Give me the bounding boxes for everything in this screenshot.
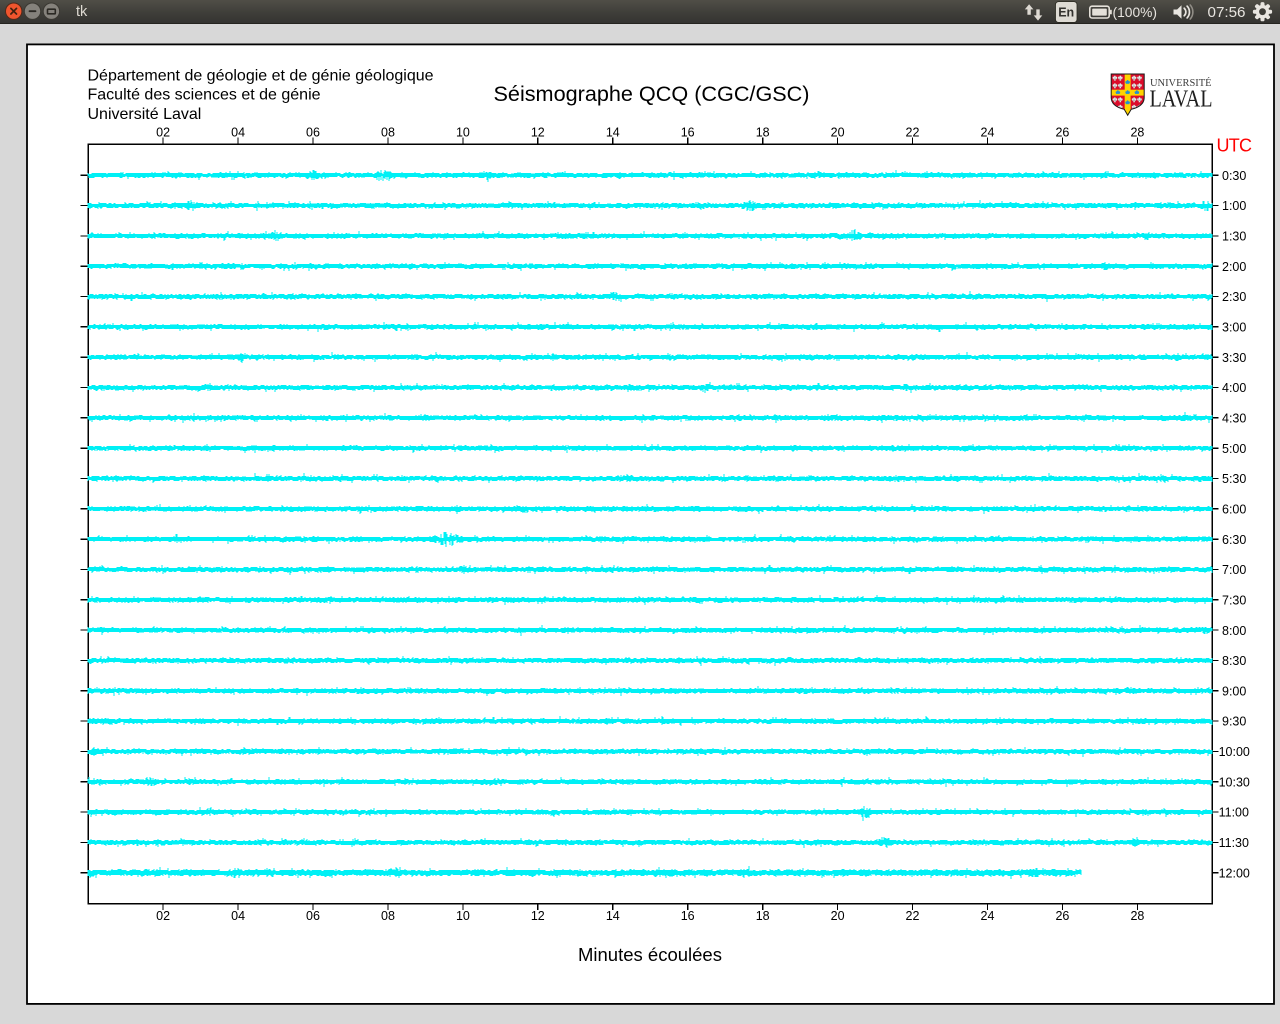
svg-text:9:00: 9:00 <box>1222 684 1246 698</box>
svg-text:3:30: 3:30 <box>1222 351 1246 365</box>
svg-text:5:00: 5:00 <box>1222 442 1246 456</box>
svg-text:28: 28 <box>1130 126 1144 140</box>
svg-text:08: 08 <box>381 126 395 140</box>
svg-text:14: 14 <box>606 126 620 140</box>
svg-text:26: 26 <box>1055 909 1069 923</box>
svg-text:4:00: 4:00 <box>1222 381 1246 395</box>
svg-text:08: 08 <box>381 909 395 923</box>
svg-text:LAVAL: LAVAL <box>1150 85 1213 112</box>
svg-text:16: 16 <box>681 909 695 923</box>
svg-text:1:30: 1:30 <box>1222 230 1246 244</box>
svg-text:04: 04 <box>231 909 245 923</box>
svg-text:18: 18 <box>756 126 770 140</box>
svg-text:0:30: 0:30 <box>1222 169 1246 183</box>
svg-text:5:30: 5:30 <box>1222 472 1246 486</box>
svg-text:6:30: 6:30 <box>1222 533 1246 547</box>
svg-text:tk: tk <box>76 4 88 20</box>
svg-text:22: 22 <box>906 909 920 923</box>
svg-text:16: 16 <box>681 126 695 140</box>
svg-text:3:00: 3:00 <box>1222 320 1246 334</box>
svg-text:12:00: 12:00 <box>1219 866 1250 880</box>
svg-text:24: 24 <box>981 909 995 923</box>
svg-text:11:00: 11:00 <box>1219 806 1249 820</box>
svg-text:26: 26 <box>1055 126 1069 140</box>
svg-text:12: 12 <box>531 126 545 140</box>
svg-text:10:30: 10:30 <box>1219 775 1250 789</box>
svg-text:24: 24 <box>981 126 995 140</box>
svg-text:6:00: 6:00 <box>1222 502 1246 516</box>
svg-text:Département de géologie et de: Département de géologie et de génie géol… <box>88 67 434 84</box>
svg-text:02: 02 <box>156 126 170 140</box>
svg-text:7:30: 7:30 <box>1222 593 1246 607</box>
svg-text:04: 04 <box>231 126 245 140</box>
svg-text:18: 18 <box>756 909 770 923</box>
svg-text:28: 28 <box>1130 909 1144 923</box>
svg-text:En: En <box>1058 6 1074 20</box>
svg-text:8:00: 8:00 <box>1222 624 1246 638</box>
svg-text:Université Laval: Université Laval <box>88 106 202 123</box>
svg-text:11:30: 11:30 <box>1219 836 1249 850</box>
svg-text:4:30: 4:30 <box>1222 411 1246 425</box>
svg-text:Minutes écoulées: Minutes écoulées <box>578 944 722 965</box>
svg-text:02: 02 <box>156 909 170 923</box>
svg-text:7:00: 7:00 <box>1222 563 1246 577</box>
svg-text:Faculté des sciences et de gén: Faculté des sciences et de génie <box>88 87 321 104</box>
svg-text:10: 10 <box>456 909 470 923</box>
svg-text:10: 10 <box>456 126 470 140</box>
svg-text:20: 20 <box>831 126 845 140</box>
svg-text:1:00: 1:00 <box>1222 199 1246 213</box>
svg-text:(100%): (100%) <box>1113 5 1157 20</box>
svg-text:14: 14 <box>606 909 620 923</box>
svg-text:07:56: 07:56 <box>1208 4 1246 21</box>
svg-text:12: 12 <box>531 909 545 923</box>
svg-text:2:00: 2:00 <box>1222 260 1246 274</box>
svg-text:20: 20 <box>831 909 845 923</box>
svg-text:06: 06 <box>306 909 320 923</box>
svg-text:10:00: 10:00 <box>1219 745 1250 759</box>
svg-text:06: 06 <box>306 126 320 140</box>
svg-text:Séismographe QCQ (CGC/GSC): Séismographe QCQ (CGC/GSC) <box>494 82 810 106</box>
svg-text:9:30: 9:30 <box>1222 715 1246 729</box>
svg-text:2:30: 2:30 <box>1222 290 1246 304</box>
svg-text:UTC: UTC <box>1217 136 1253 156</box>
svg-text:8:30: 8:30 <box>1222 654 1246 668</box>
svg-text:22: 22 <box>906 126 920 140</box>
